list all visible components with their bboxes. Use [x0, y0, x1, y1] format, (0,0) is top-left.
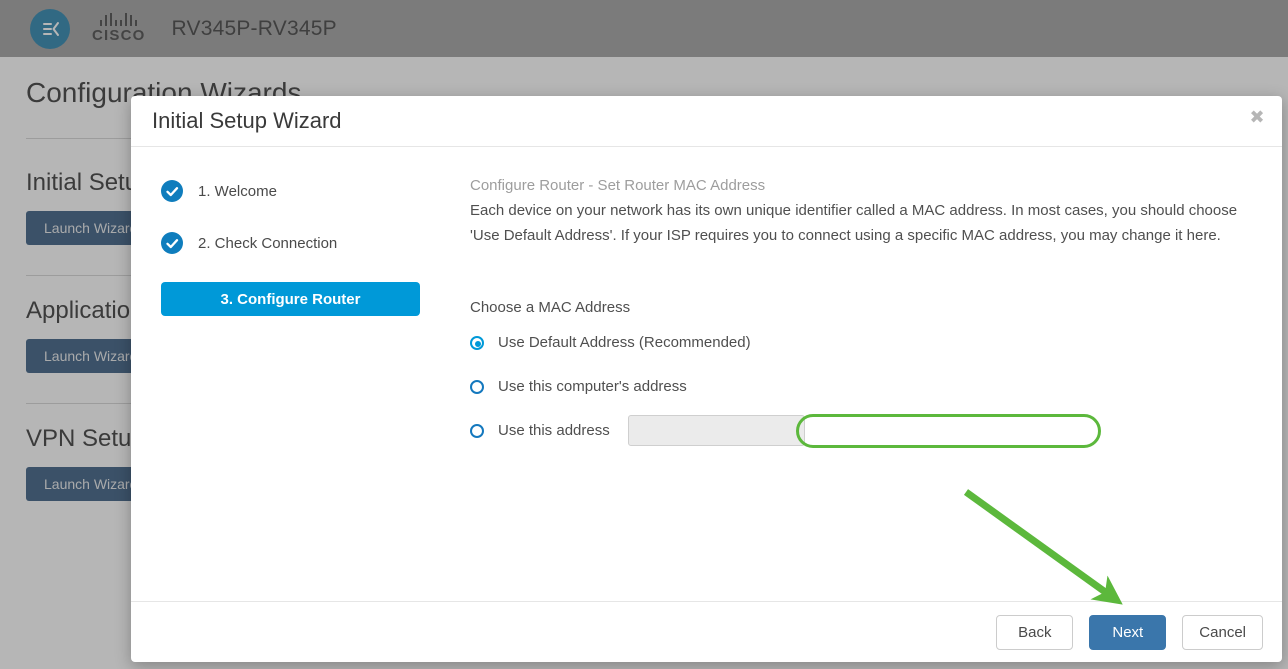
radio-icon-selected[interactable] [470, 335, 484, 350]
content-description: Each device on your network has its own … [470, 202, 1238, 244]
initial-setup-wizard-dialog: Initial Setup Wizard ✖ 1. Welcome 2. Che… [131, 96, 1282, 662]
dialog-footer: Back Next Cancel [131, 601, 1282, 662]
wizard-step-label: 2. Check Connection [198, 234, 338, 252]
check-circle-icon [161, 232, 183, 254]
radio-label: Use this computer's address [498, 378, 687, 395]
close-icon[interactable]: ✖ [1246, 106, 1268, 128]
field-legend: Choose a MAC Address [470, 299, 631, 316]
radio-icon[interactable] [470, 423, 484, 438]
wizard-step-configure-router[interactable]: 3. Configure Router [161, 282, 420, 316]
radio-option-custom-address[interactable]: Use this address [470, 415, 1264, 446]
wizard-step-label: 1. Welcome [198, 182, 277, 200]
radio-label: Use Default Address (Recommended) [498, 334, 751, 351]
wizard-step-label: 3. Configure Router [220, 290, 361, 308]
radio-label: Use this address [498, 422, 610, 439]
radio-option-computer-address[interactable]: Use this computer's address [470, 373, 1264, 400]
wizard-content: Configure Router - Set Router MAC Addres… [470, 177, 1264, 461]
dialog-body: 1. Welcome 2. Check Connection 3. Config… [131, 147, 1282, 600]
radio-icon[interactable] [470, 379, 484, 394]
mac-address-field-group: Choose a MAC Address Use Default Address… [470, 299, 1264, 446]
dialog-header: Initial Setup Wizard ✖ [131, 96, 1282, 147]
cancel-button[interactable]: Cancel [1182, 614, 1263, 650]
back-button[interactable]: Back [996, 614, 1074, 650]
check-circle-icon [161, 180, 183, 202]
content-subtitle: Configure Router - Set Router MAC Addres… [470, 177, 766, 194]
mac-address-input[interactable] [627, 415, 805, 446]
next-button[interactable]: Next [1089, 614, 1167, 650]
screen: CISCO RV345P-RV345P Configuration Wizard… [0, 0, 1288, 669]
radio-option-default-address[interactable]: Use Default Address (Recommended) [470, 329, 1264, 356]
dialog-title: Initial Setup Wizard [152, 108, 342, 133]
